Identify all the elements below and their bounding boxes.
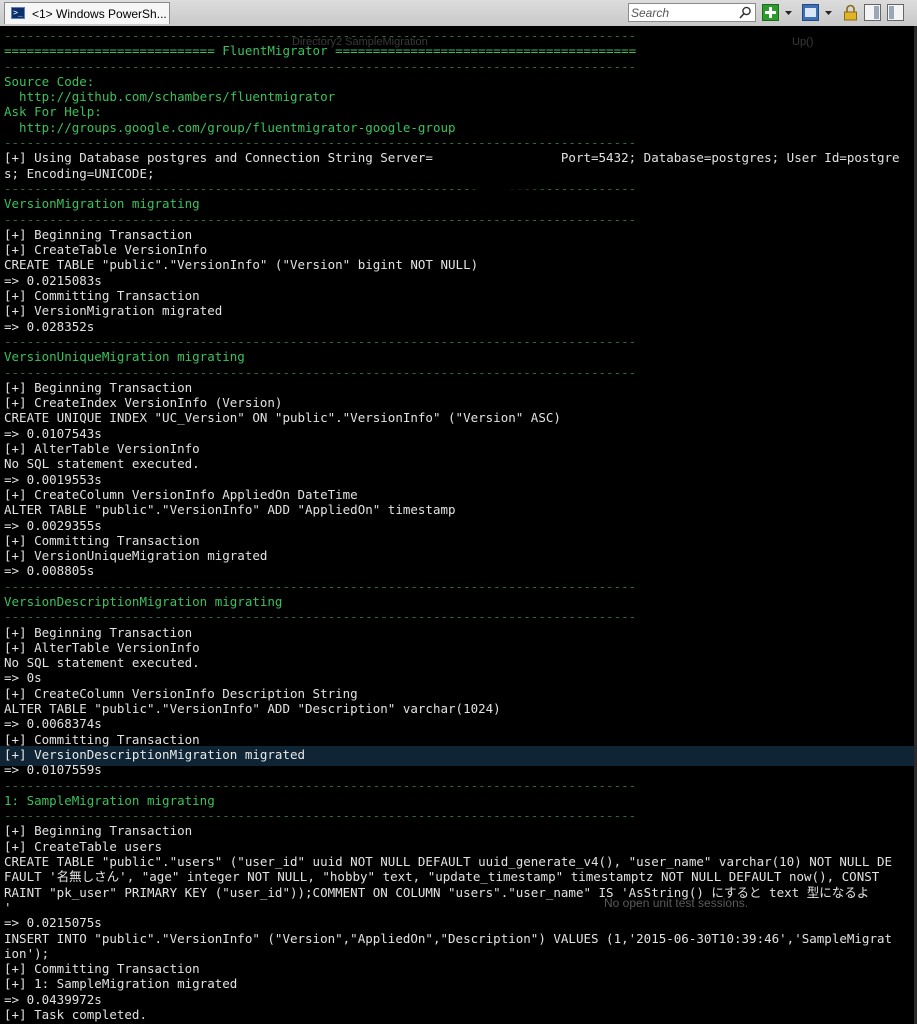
console-line: VersionDescriptionMigration migrating xyxy=(4,593,283,609)
console-line: [+] CreateColumn VersionInfo AppliedOn D… xyxy=(4,486,358,502)
console-line: [+] Beginning Transaction xyxy=(4,624,193,640)
console-line: ----------------------------------------… xyxy=(4,58,637,74)
console-line: Source Code: xyxy=(4,73,95,89)
console-line: http://groups.google.com/group/fluentmig… xyxy=(4,119,456,135)
tab-bar: >_ <1> Windows PowerSh... xyxy=(0,0,917,27)
console-line: [+] Committing Transaction xyxy=(4,731,200,747)
console-line: [+] AlterTable VersionInfo xyxy=(4,441,200,457)
console-line: [+] Beginning Transaction xyxy=(4,379,193,395)
console-line: [+] CreateTable VersionInfo xyxy=(4,242,208,258)
console-line: No SQL statement executed. xyxy=(4,456,200,472)
console-line: 1: SampleMigration migrating xyxy=(4,792,215,808)
console-line: ----------------------------------------… xyxy=(4,808,637,824)
console-line: [+] Committing Transaction xyxy=(4,288,200,304)
search-input[interactable] xyxy=(631,5,736,20)
console-line: ALTER TABLE "public"."VersionInfo" ADD "… xyxy=(4,502,456,518)
console-line: => 0.0107543s xyxy=(4,425,102,441)
console-line: ----------------------------------------… xyxy=(4,333,637,349)
console-line: FAULT '名無しさん', "age" integer NOT NULL, "… xyxy=(4,869,880,885)
console-line: ----------------------------------------… xyxy=(4,364,637,380)
console-line: http://github.com/schambers/fluentmigrat… xyxy=(4,89,336,105)
console-line: CREATE TABLE "public"."users" ("user_id"… xyxy=(4,854,893,870)
console-line: ============================ FluentMigra… xyxy=(4,43,637,59)
console-line: VersionUniqueMigration migrating xyxy=(4,349,245,365)
console-line: CREATE UNIQUE INDEX "UC_Version" ON "pub… xyxy=(4,410,561,426)
console-line: => 0.0068374s xyxy=(4,716,102,732)
console-line: [+] VersionMigration migrated xyxy=(4,303,223,319)
console-line: [+] Using Database postgres and Connecti… xyxy=(4,150,900,166)
console-line: RAINT "pk_user" PRIMARY KEY ("user_id"))… xyxy=(4,884,870,900)
console-line: [+] Beginning Transaction xyxy=(4,823,193,839)
window-icon[interactable] xyxy=(802,4,819,21)
powershell-console[interactable]: Directory2 SampleMigration Up() No open … xyxy=(0,26,917,1024)
console-line: => 0.0439972s xyxy=(4,991,102,1007)
console-line: ----------------------------------------… xyxy=(4,135,637,151)
console-line: ----------------------------------------… xyxy=(4,578,637,594)
console-line: => 0.0029355s xyxy=(4,517,102,533)
console-line: => 0.0107559s xyxy=(4,762,102,778)
console-line: => 0s xyxy=(4,670,42,686)
dropdown-icon[interactable] xyxy=(824,4,833,21)
console-line: [+] 1: SampleMigration migrated xyxy=(4,976,238,992)
console-line: VersionMigration migrating xyxy=(4,196,200,212)
console-line: ' xyxy=(4,899,12,915)
console-line: s; Encoding=UNICODE; xyxy=(4,165,155,181)
search-icon[interactable] xyxy=(739,6,752,19)
console-line: => 0.0019553s xyxy=(4,471,102,487)
console-line: [+] Committing Transaction xyxy=(4,532,200,548)
console-line: => 0.0215075s xyxy=(4,915,102,931)
console-line: => 0.028352s xyxy=(4,318,95,334)
console-output: ----------------------------------------… xyxy=(4,28,913,1022)
console-line: No SQL statement executed. xyxy=(4,655,200,671)
console-line: [+] VersionDescriptionMigration migrated xyxy=(4,746,306,762)
console-line: ALTER TABLE "public"."VersionInfo" ADD "… xyxy=(4,701,501,717)
console-line: ----------------------------------------… xyxy=(4,777,637,793)
console-line: ----------------------------------------… xyxy=(4,180,637,196)
console-line: ----------------------------------------… xyxy=(4,211,637,227)
console-line: => 0.0215083s xyxy=(4,272,102,288)
console-line: ion'); xyxy=(4,945,50,961)
console-line: [+] CreateIndex VersionInfo (Version) xyxy=(4,395,283,411)
panel-icon[interactable] xyxy=(887,4,904,21)
search-box[interactable] xyxy=(628,3,756,22)
panel-icon[interactable] xyxy=(864,4,881,21)
tab-title: <1> Windows PowerSh... xyxy=(32,7,167,21)
console-line: [+] AlterTable VersionInfo xyxy=(4,639,200,655)
add-icon[interactable] xyxy=(762,4,779,21)
console-line: [+] VersionUniqueMigration migrated xyxy=(4,548,268,564)
console-line: [+] CreateColumn VersionInfo Description… xyxy=(4,685,358,701)
console-line: INSERT INTO "public"."VersionInfo" ("Ver… xyxy=(4,930,893,946)
powershell-icon: >_ xyxy=(11,7,25,19)
console-line: ----------------------------------------… xyxy=(4,28,637,43)
console-line: Ask For Help: xyxy=(4,104,102,120)
dropdown-icon[interactable] xyxy=(784,4,793,21)
console-line: => 0.008805s xyxy=(4,563,95,579)
console-line: [+] CreateTable users xyxy=(4,838,163,854)
console-line: ----------------------------------------… xyxy=(4,609,637,625)
console-line: [+] Committing Transaction xyxy=(4,961,200,977)
console-line: CREATE TABLE "public"."VersionInfo" ("Ve… xyxy=(4,257,479,273)
lock-icon[interactable] xyxy=(843,4,858,21)
tab-powershell[interactable]: >_ <1> Windows PowerSh... xyxy=(4,2,170,24)
console-line: [+] Task completed. xyxy=(4,1007,147,1022)
console-line: [+] Beginning Transaction xyxy=(4,226,193,242)
